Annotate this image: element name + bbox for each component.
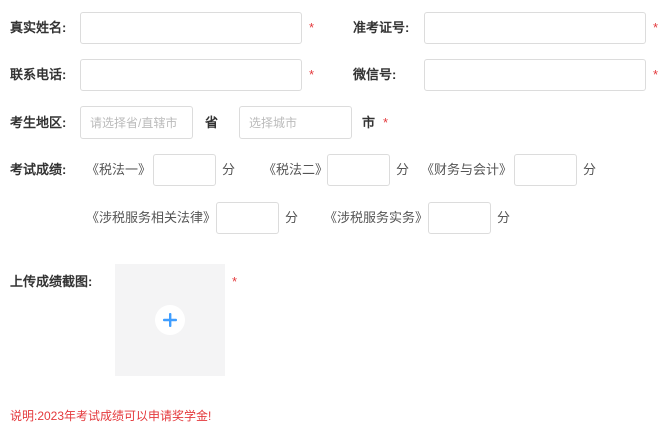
name-label: 真实姓名: [10, 20, 67, 35]
subject-name: 《税法二》 [263, 162, 329, 177]
phone-label: 联系电话: [10, 67, 67, 82]
province-select[interactable] [80, 106, 193, 139]
subject-name: 《财务与会计》 [421, 162, 513, 177]
upload-label: 上传成绩截图: [10, 274, 93, 289]
wechat-input[interactable] [424, 59, 646, 91]
city-suffix: 市 [362, 115, 376, 130]
name-required-mark: * [309, 20, 315, 35]
upload-area[interactable] [115, 264, 225, 376]
region-label: 考生地区: [10, 115, 67, 130]
subject-name: 《税法一》 [86, 162, 152, 177]
province-suffix: 省 [205, 115, 219, 130]
scores-label: 考试成绩: [10, 162, 67, 177]
region-required-mark: * [383, 115, 389, 130]
plus-icon-glyph [163, 313, 177, 327]
score-input-tax-law-1[interactable] [153, 154, 216, 186]
subject-name: 《涉税服务实务》 [324, 210, 429, 225]
score-input-tax-related-law[interactable] [216, 202, 279, 234]
ticket-label: 准考证号: [353, 20, 410, 35]
ticket-input[interactable] [424, 12, 646, 44]
score-input-finance-accounting[interactable] [514, 154, 577, 186]
score-unit: 分 [497, 210, 511, 225]
score-unit: 分 [222, 162, 236, 177]
ticket-required-mark: * [653, 20, 659, 35]
score-input-tax-law-2[interactable] [327, 154, 390, 186]
phone-input[interactable] [80, 59, 302, 91]
score-unit: 分 [583, 162, 597, 177]
wechat-required-mark: * [653, 67, 659, 82]
score-unit: 分 [396, 162, 410, 177]
phone-required-mark: * [309, 67, 315, 82]
wechat-label: 微信号: [353, 67, 397, 82]
score-unit: 分 [285, 210, 299, 225]
name-input[interactable] [80, 12, 302, 44]
score-input-tax-service-practice[interactable] [428, 202, 491, 234]
scholarship-note: 说明:2023年考试成绩可以申请奖学金! [10, 409, 212, 423]
subject-name: 《涉税服务相关法律》 [86, 210, 217, 225]
upload-required-mark: * [232, 274, 238, 289]
plus-icon[interactable] [155, 305, 185, 335]
city-select[interactable] [239, 106, 352, 139]
